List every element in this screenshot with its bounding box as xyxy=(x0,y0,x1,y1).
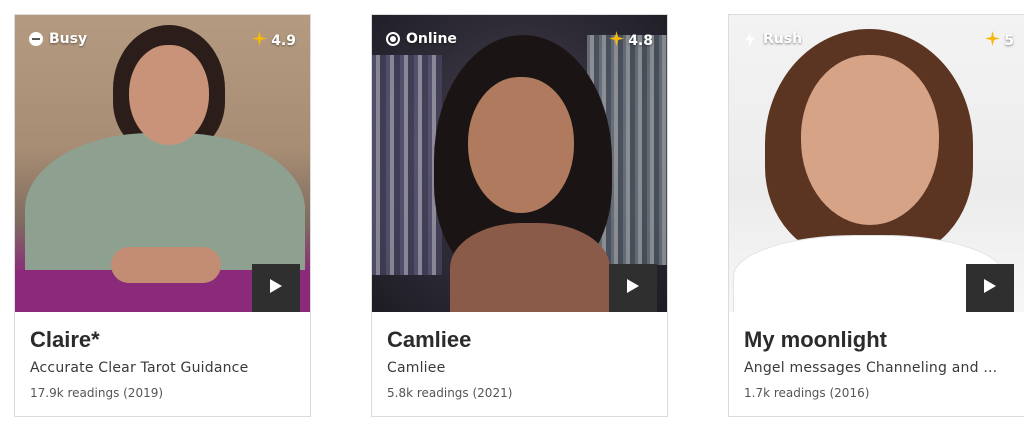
advisor-name[interactable]: My moonlight xyxy=(744,326,1009,354)
star-icon xyxy=(985,31,1001,50)
rating-badge: 4.9 xyxy=(252,31,296,50)
star-icon xyxy=(252,31,268,50)
portrait-body xyxy=(450,223,610,312)
advisor-tagline: Accurate Clear Tarot Guidance xyxy=(30,360,249,376)
advisor-card-claire[interactable]: Busy 4.9 Claire* Accurate Clear Tarot Gu… xyxy=(14,14,311,417)
portrait-body xyxy=(733,235,1005,312)
status-badge: Online xyxy=(386,31,457,47)
status-label: Rush xyxy=(763,31,803,47)
advisor-name[interactable]: Camliee xyxy=(387,326,652,354)
portrait-hands xyxy=(111,247,221,283)
advisor-card-camliee[interactable]: Online 4.8 Camliee Camliee 5.8k readings… xyxy=(371,14,668,417)
advisor-photo[interactable]: Busy 4.9 xyxy=(15,15,310,312)
advisor-tagline: Angel messages Channeling and ... xyxy=(744,360,998,376)
play-icon xyxy=(626,278,640,298)
star-icon xyxy=(609,31,625,50)
portrait-face xyxy=(129,45,209,145)
advisor-readings: 17.9k readings (2019) xyxy=(30,386,164,400)
status-badge: Rush xyxy=(743,31,802,47)
rating-value: 4.9 xyxy=(271,32,296,49)
status-label: Busy xyxy=(49,31,88,47)
advisor-photo[interactable]: Rush 5 xyxy=(729,15,1024,312)
rating-value: 4.8 xyxy=(628,32,653,49)
play-video-button[interactable] xyxy=(252,264,300,312)
advisor-readings: 5.8k readings (2021) xyxy=(387,386,513,400)
advisor-photo[interactable]: Online 4.8 xyxy=(372,15,667,312)
play-video-button[interactable] xyxy=(609,264,657,312)
portrait-face xyxy=(468,77,574,213)
advisor-name[interactable]: Claire* xyxy=(30,326,295,354)
background-decor xyxy=(372,55,442,275)
rating-value: 5 xyxy=(1004,32,1014,49)
status-label: Online xyxy=(406,31,457,47)
rating-badge: 5 xyxy=(985,31,1014,50)
status-badge: Busy xyxy=(29,31,87,47)
radio-dot-icon xyxy=(386,32,400,46)
play-video-button[interactable] xyxy=(966,264,1014,312)
portrait-face xyxy=(801,55,939,225)
play-icon xyxy=(269,278,283,298)
minus-circle-icon xyxy=(29,32,43,46)
advisor-readings: 1.7k readings (2016) xyxy=(744,386,870,400)
lightning-icon xyxy=(743,31,757,47)
play-icon xyxy=(983,278,997,298)
advisor-tagline: Camliee xyxy=(387,360,446,376)
rating-badge: 4.8 xyxy=(609,31,653,50)
advisor-card-my-moonlight[interactable]: Rush 5 My moonlight Angel messages Chann… xyxy=(728,14,1024,417)
